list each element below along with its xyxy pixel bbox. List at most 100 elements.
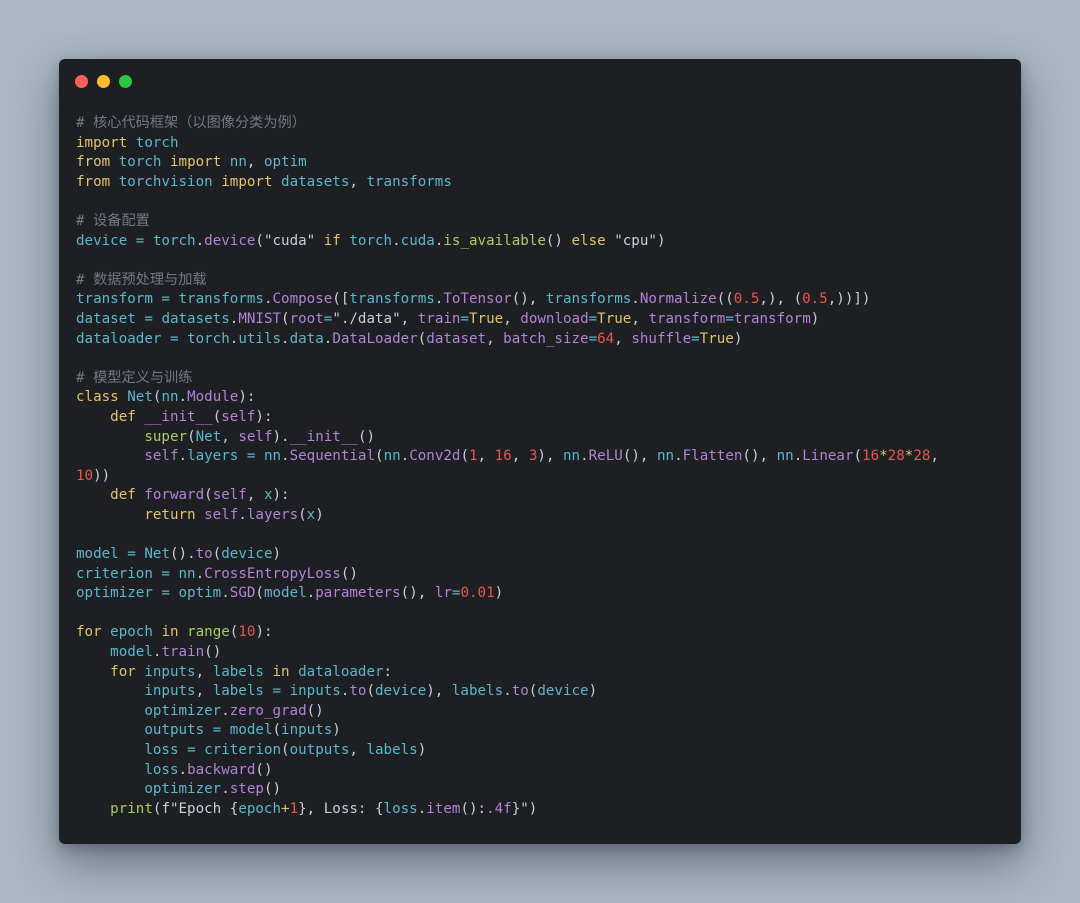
code-token: nn xyxy=(161,389,179,406)
code-token: model xyxy=(110,644,153,661)
code-token: = xyxy=(127,546,136,563)
code-token: # 数据预处理与加载 xyxy=(76,271,207,288)
code-token: ToTensor xyxy=(443,291,512,308)
window-controls xyxy=(75,75,132,88)
code-token: ( xyxy=(272,722,282,739)
minimize-button[interactable] xyxy=(97,75,110,88)
code-token: , xyxy=(930,448,939,465)
code-token: ) xyxy=(588,683,598,700)
code-token: Net xyxy=(127,389,153,406)
code-token: . xyxy=(306,585,316,602)
code-token: labels xyxy=(366,742,418,758)
code-token: MNIST xyxy=(238,310,282,327)
code-token: inputs xyxy=(281,722,333,739)
code-token: if xyxy=(323,232,341,249)
close-button[interactable] xyxy=(75,75,88,88)
code-line: from torchvision import datasets, transf… xyxy=(76,173,939,193)
code-token: item xyxy=(426,800,461,817)
code-token: , xyxy=(631,310,649,327)
code-token: transforms xyxy=(366,173,452,190)
code-token: 1 xyxy=(289,800,299,817)
code-token: , xyxy=(246,154,264,171)
code-token: . xyxy=(400,448,410,465)
code-token: . xyxy=(631,291,640,308)
code-token: self xyxy=(238,428,273,445)
code-line: return self.layers(x) xyxy=(76,506,939,526)
code-token: nn xyxy=(776,448,794,465)
code-token: ( xyxy=(212,408,222,425)
code-line: for inputs, labels in dataloader: xyxy=(76,663,939,683)
code-token: (): xyxy=(460,800,487,817)
code-token: in xyxy=(272,663,290,680)
code-block: # 核心代码框架（以图像分类为例） import torch from torch … xyxy=(76,114,939,819)
code-token: = xyxy=(272,683,282,700)
code-token: torch xyxy=(152,232,196,249)
code-line: def forward(self, x): xyxy=(76,486,939,506)
code-token: = xyxy=(161,565,170,582)
code-token: layers xyxy=(187,448,239,465)
code-token: 64 xyxy=(597,330,615,347)
code-token: Compose xyxy=(272,291,333,308)
code-token: device xyxy=(204,232,256,249)
code-token: self xyxy=(204,506,239,523)
code-token: () xyxy=(340,565,358,582)
code-token: ([ xyxy=(332,291,350,308)
code-token: . xyxy=(674,448,683,465)
code-token: is_available xyxy=(443,232,546,249)
code-token: . xyxy=(221,702,230,719)
code-window: # 核心代码框架（以图像分类为例） import torch from torch … xyxy=(59,59,1021,844)
code-token: download xyxy=(520,310,589,327)
code-token: # 设备配置 xyxy=(76,212,150,229)
code-token: torch xyxy=(135,134,179,151)
code-token: ReLU xyxy=(588,448,623,465)
code-token: = xyxy=(691,330,700,347)
code-token: 16 xyxy=(862,448,880,465)
code-token: torch xyxy=(187,330,230,347)
code-token: range xyxy=(187,624,230,641)
code-token: optimizer xyxy=(76,585,153,602)
code-token: + xyxy=(281,800,290,817)
code-token: transforms xyxy=(349,291,435,308)
code-line: transform = transforms.Compose([transfor… xyxy=(76,290,939,310)
code-token: transform xyxy=(733,310,811,327)
code-token: .4f xyxy=(486,800,512,817)
code-token: 28 xyxy=(913,448,931,465)
code-token: nn xyxy=(178,565,196,582)
code-line: loss = criterion(outputs, labels) xyxy=(76,741,939,761)
code-token: , xyxy=(195,663,213,680)
code-line: 10)) xyxy=(76,467,939,487)
code-token: (( xyxy=(716,291,734,308)
code-token: . xyxy=(195,565,205,582)
code-token: # 核心代码框架（以图像分类为例） xyxy=(76,115,306,131)
code-token: ( xyxy=(255,585,264,602)
code-token: epoch xyxy=(238,800,282,817)
code-token: self xyxy=(221,408,256,425)
code-token: Flatten xyxy=(682,448,743,465)
code-token: device xyxy=(375,683,427,700)
code-line: device = torch.device("cuda" if torch.cu… xyxy=(76,232,939,252)
code-token: . xyxy=(417,800,427,817)
code-token: (), xyxy=(622,448,657,465)
code-token: (), xyxy=(400,585,435,602)
code-token: . xyxy=(221,781,230,798)
code-token: transforms xyxy=(545,291,632,308)
code-token: model xyxy=(263,585,307,602)
code-token: inputs xyxy=(144,663,196,680)
code-token: __init__ xyxy=(144,408,213,425)
maximize-button[interactable] xyxy=(119,75,132,88)
code-token: step xyxy=(229,781,264,798)
code-token: 28 xyxy=(887,448,905,465)
